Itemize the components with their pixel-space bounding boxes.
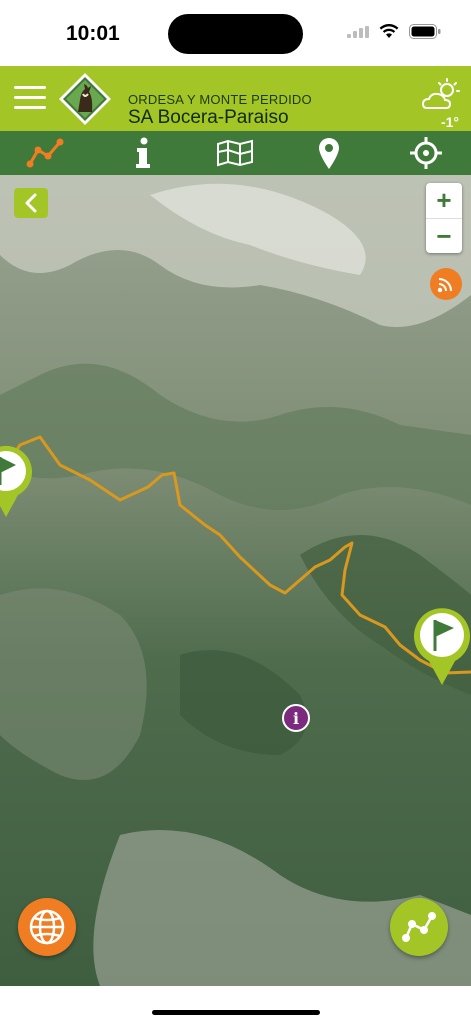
terrain-imagery bbox=[0, 175, 471, 986]
map-layers-button[interactable] bbox=[18, 898, 76, 956]
toolbar bbox=[0, 131, 471, 175]
cellular-signal-icon bbox=[347, 25, 369, 38]
map-layers-icon bbox=[217, 139, 253, 167]
poi-tab[interactable] bbox=[310, 134, 348, 172]
hamburger-line bbox=[14, 96, 46, 99]
route-list-button[interactable] bbox=[390, 898, 448, 956]
map-tab[interactable] bbox=[216, 134, 254, 172]
route-tab[interactable] bbox=[26, 134, 64, 172]
park-name: ORDESA Y MONTE PERDIDO bbox=[128, 92, 312, 107]
route-icon bbox=[26, 138, 64, 168]
home-indicator[interactable] bbox=[152, 1010, 320, 1015]
locate-tab[interactable] bbox=[407, 134, 445, 172]
menu-button[interactable] bbox=[14, 86, 46, 112]
wifi-icon bbox=[379, 24, 399, 38]
info-icon bbox=[136, 137, 150, 168]
zoom-out-button[interactable]: − bbox=[426, 219, 462, 254]
broadcast-signal-icon bbox=[437, 278, 452, 293]
globe-icon bbox=[29, 909, 65, 945]
chevron-left-icon bbox=[25, 193, 37, 213]
hamburger-line bbox=[14, 86, 46, 89]
home-indicator-area bbox=[0, 986, 471, 1024]
info-tab[interactable] bbox=[124, 134, 162, 172]
info-poi-marker[interactable]: i bbox=[282, 704, 310, 732]
satellite-map[interactable] bbox=[0, 175, 471, 986]
zoom-in-button[interactable]: + bbox=[426, 183, 462, 218]
hamburger-line bbox=[14, 106, 46, 109]
end-flag-marker[interactable] bbox=[412, 605, 471, 687]
zoom-control: + − bbox=[426, 183, 462, 253]
status-time: 10:01 bbox=[66, 22, 120, 45]
status-icons bbox=[347, 24, 441, 39]
route-icon bbox=[402, 912, 436, 942]
connectivity-button[interactable] bbox=[430, 268, 462, 300]
route-title: SA Bocera-Paraiso bbox=[128, 107, 289, 128]
dynamic-island bbox=[168, 14, 303, 54]
back-button[interactable] bbox=[14, 188, 48, 218]
status-bar: 10:01 bbox=[0, 0, 471, 66]
crosshair-icon bbox=[410, 137, 442, 169]
temperature: -1° bbox=[440, 114, 459, 130]
battery-icon bbox=[409, 24, 441, 39]
start-flag-marker[interactable] bbox=[0, 443, 34, 519]
location-pin-icon bbox=[319, 138, 339, 169]
park-logo-chamois-icon bbox=[59, 73, 111, 125]
app-header: ORDESA Y MONTE PERDIDO SA Bocera-Paraiso… bbox=[0, 66, 471, 131]
